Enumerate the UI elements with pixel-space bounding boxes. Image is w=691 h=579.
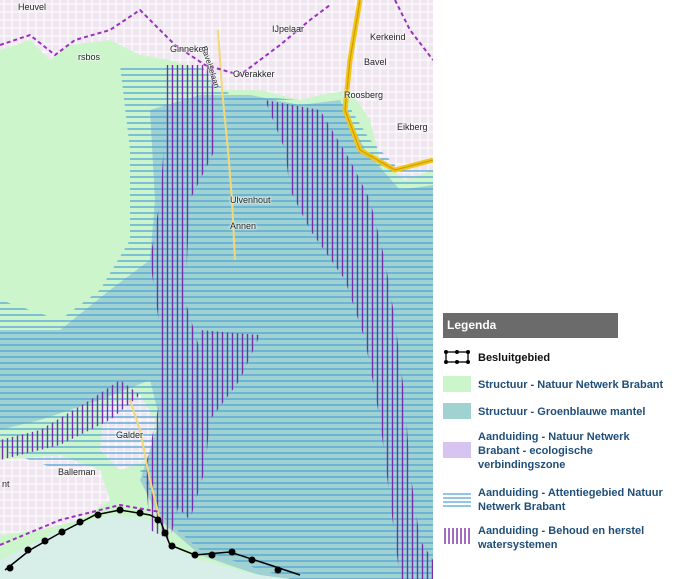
legend-title: Legenda: [443, 313, 618, 338]
place-label-kerkeind: Kerkeind: [370, 32, 406, 42]
boundary-swatch-icon: [444, 350, 470, 364]
place-label-nt: nt: [2, 479, 10, 489]
place-label-ijpelaar: IJpelaar: [272, 24, 305, 34]
legend-label-besluitgebied: Besluitgebied: [478, 352, 551, 364]
vertical-lines-swatch-icon: [444, 528, 470, 544]
place-label-ulvenhout: Ulvenhout: [230, 195, 271, 205]
place-label-annen: Annen: [230, 221, 257, 231]
place-label-eikberg: Eikberg: [397, 122, 428, 132]
place-label-rsbos: rsbos: [78, 52, 101, 62]
legend-item-attentiegebied: Aanduiding - Attentiegebied Natuur Netwe…: [440, 484, 691, 516]
place-label-bavel: Bavel: [364, 57, 387, 67]
legend-label-ecologische-verbindingszone: Aanduiding - Natuur Netwerk Brabant - ec…: [478, 431, 630, 471]
place-label-balleman: Balleman: [58, 467, 96, 477]
legend-item-structuur-nnb: Structuur - Natuur Netwerk Brabant: [440, 374, 691, 394]
legend-item-behoud-herstel: Aanduiding - Behoud en herstel watersyst…: [440, 522, 691, 554]
legend-item-ecologische-verbindingszone: Aanduiding - Natuur Netwerk Brabant - ec…: [440, 428, 691, 474]
legend-label-groenblauwe-mantel: Structuur - Groenblauwe mantel: [478, 406, 646, 418]
place-label-heuvel: Heuvel: [18, 2, 47, 12]
legend-label-behoud-herstel: Aanduiding - Behoud en herstel watersyst…: [478, 525, 645, 551]
legend-item-groenblauwe-mantel: Structuur - Groenblauwe mantel: [440, 401, 691, 421]
evz-swatch-icon: [443, 442, 471, 458]
place-label-galder: Galder: [116, 430, 144, 440]
place-label-overakker: Overakker: [233, 69, 275, 79]
legend-label-structuur-nnb: Structuur - Natuur Netwerk Brabant: [478, 379, 664, 391]
place-label-roosberg: Roosberg: [344, 90, 384, 100]
nnb-swatch-icon: [443, 376, 471, 392]
mantel-swatch-icon: [443, 403, 471, 419]
legend-panel: Legenda Besluitgebied Structuur - Natuur…: [440, 0, 691, 579]
horizontal-lines-swatch-icon: [443, 493, 471, 507]
legend-label-attentiegebied: Aanduiding - Attentiegebied Natuur Netwe…: [478, 487, 663, 513]
legend-item-besluitgebied: Besluitgebied: [440, 347, 691, 367]
